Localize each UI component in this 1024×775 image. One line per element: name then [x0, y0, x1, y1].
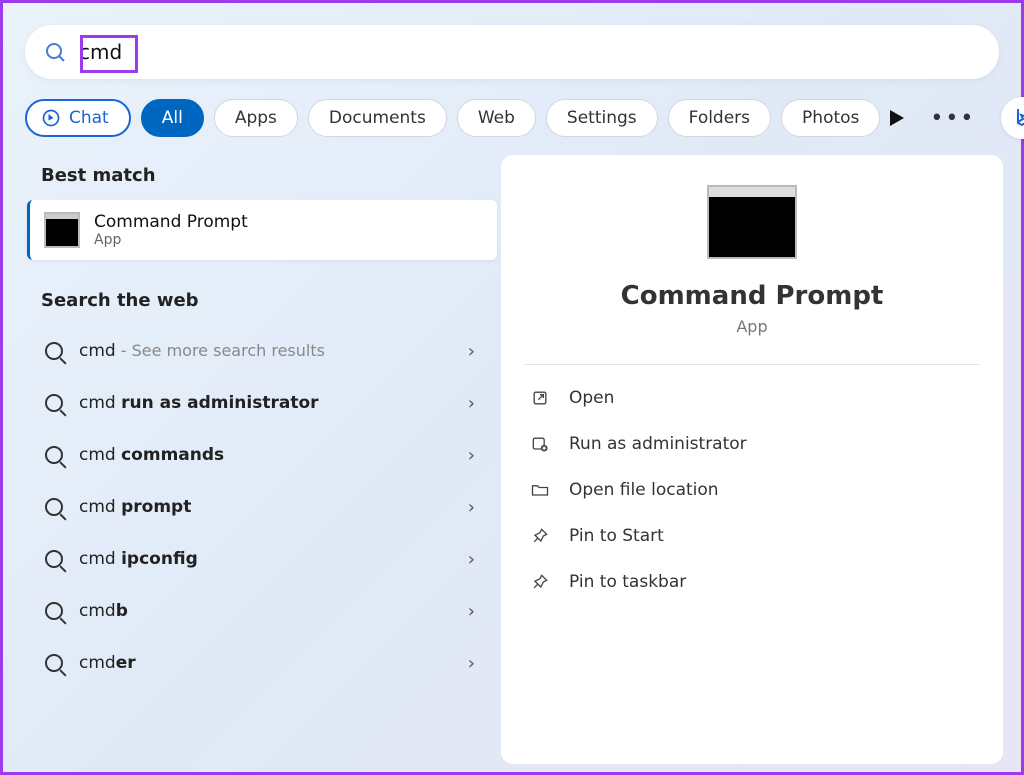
- search-icon: [45, 446, 63, 464]
- search-icon: [45, 394, 63, 412]
- search-icon: [45, 550, 63, 568]
- web-result-text: cmd run as administrator: [79, 393, 319, 413]
- best-match-item[interactable]: Command Prompt App: [27, 200, 497, 260]
- filter-apps[interactable]: Apps: [214, 99, 298, 137]
- web-result-text: cmd prompt: [79, 497, 191, 517]
- action-run-as-administrator[interactable]: Run as administrator: [525, 421, 979, 467]
- results-column: Best match Command Prompt App Search the…: [27, 155, 497, 764]
- web-result-text: cmder: [79, 653, 136, 673]
- command-prompt-icon: [44, 212, 80, 248]
- overflow-menu-icon[interactable]: •••: [930, 106, 975, 131]
- best-match-heading: Best match: [27, 155, 497, 200]
- detail-title: Command Prompt: [525, 281, 979, 311]
- action-pin-to-taskbar[interactable]: Pin to taskbar: [525, 559, 979, 605]
- app-large-icon: [707, 185, 797, 259]
- chat-label: Chat: [69, 108, 109, 128]
- filter-row: Chat All Apps Documents Web Settings Fol…: [3, 79, 1021, 155]
- chevron-right-icon: ›: [468, 549, 475, 570]
- open-icon: [529, 387, 551, 409]
- chevron-right-icon: ›: [468, 653, 475, 674]
- search-icon: [45, 498, 63, 516]
- action-list: Open Run as administrator Open file locati…: [525, 375, 979, 605]
- more-filters-icon[interactable]: [890, 110, 904, 126]
- chevron-right-icon: ›: [468, 341, 475, 362]
- detail-panel: Command Prompt App Open Run as administra…: [501, 155, 1003, 764]
- pin-icon: [529, 525, 551, 547]
- action-label: Open file location: [569, 480, 719, 500]
- action-label: Open: [569, 388, 614, 408]
- web-result-item[interactable]: cmd prompt ›: [27, 481, 497, 533]
- web-result-item[interactable]: cmd run as administrator ›: [27, 377, 497, 429]
- filter-documents[interactable]: Documents: [308, 99, 447, 137]
- chevron-right-icon: ›: [468, 497, 475, 518]
- web-result-text: cmd - See more search results: [79, 341, 325, 361]
- action-pin-to-start[interactable]: Pin to Start: [525, 513, 979, 559]
- bing-icon[interactable]: [1001, 97, 1024, 139]
- best-match-subtitle: App: [94, 232, 248, 248]
- pin-icon: [529, 571, 551, 593]
- web-result-item[interactable]: cmder ›: [27, 637, 497, 689]
- web-result-item[interactable]: cmd commands ›: [27, 429, 497, 481]
- web-result-item[interactable]: cmd ipconfig ›: [27, 533, 497, 585]
- bing-chat-icon: [41, 108, 61, 128]
- search-icon: [43, 40, 67, 64]
- action-label: Pin to Start: [569, 526, 664, 546]
- search-web-heading: Search the web: [27, 280, 497, 325]
- web-result-item[interactable]: cmd - See more search results ›: [27, 325, 497, 377]
- web-result-text: cmdb: [79, 601, 128, 621]
- filter-web[interactable]: Web: [457, 99, 536, 137]
- web-result-text: cmd commands: [79, 445, 224, 465]
- chevron-right-icon: ›: [468, 445, 475, 466]
- best-match-title: Command Prompt: [94, 212, 248, 232]
- action-label: Run as administrator: [569, 434, 747, 454]
- web-result-item[interactable]: cmdb ›: [27, 585, 497, 637]
- admin-icon: [529, 433, 551, 455]
- chevron-right-icon: ›: [468, 601, 475, 622]
- web-results-list: cmd - See more search results›cmd run as…: [27, 325, 497, 689]
- filter-folders[interactable]: Folders: [668, 99, 771, 137]
- action-open[interactable]: Open: [525, 375, 979, 421]
- detail-subtitle: App: [525, 317, 979, 336]
- search-input[interactable]: [79, 40, 981, 64]
- action-label: Pin to taskbar: [569, 572, 686, 592]
- search-bar[interactable]: [25, 25, 999, 79]
- filter-settings[interactable]: Settings: [546, 99, 658, 137]
- folder-icon: [529, 479, 551, 501]
- divider: [525, 364, 979, 365]
- filter-all[interactable]: All: [141, 99, 204, 137]
- chevron-right-icon: ›: [468, 393, 475, 414]
- filter-photos[interactable]: Photos: [781, 99, 880, 137]
- chat-button[interactable]: Chat: [25, 99, 131, 137]
- web-result-text: cmd ipconfig: [79, 549, 198, 569]
- search-icon: [45, 342, 63, 360]
- search-icon: [45, 602, 63, 620]
- search-icon: [45, 654, 63, 672]
- action-open-file-location[interactable]: Open file location: [525, 467, 979, 513]
